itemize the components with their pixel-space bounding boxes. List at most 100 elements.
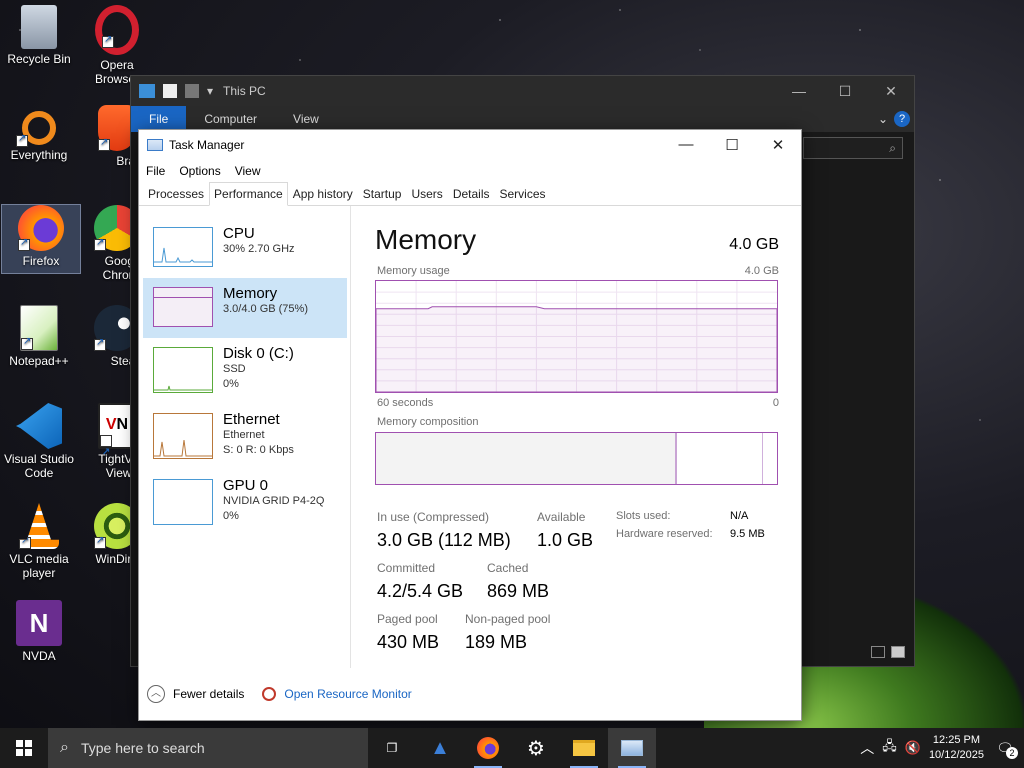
taskbar-app-file-explorer[interactable]	[560, 728, 608, 768]
task-manager-titlebar[interactable]: Task Manager — ☐ ✕	[139, 130, 801, 160]
paged-pool-label: Paged pool	[377, 612, 438, 626]
desktop-icon-everything[interactable]: Everything	[0, 105, 78, 162]
shortcut-arrow-icon	[100, 433, 112, 473]
in-use-label: In use (Compressed)	[377, 510, 490, 524]
close-icon[interactable]: ✕	[868, 83, 914, 100]
desktop-icon-vscode[interactable]: Visual Studio Code	[0, 403, 78, 480]
resource-gpu[interactable]: GPU 0 NVIDIA GRID P4-2Q 0%	[143, 470, 347, 530]
desktop-icon-notepadpp[interactable]: Notepad++	[0, 305, 78, 368]
desktop-icon-opera[interactable]: Opera Browser	[78, 5, 156, 86]
maximize-icon[interactable]: ☐	[822, 83, 868, 100]
taskbar-app-firefox[interactable]	[464, 728, 512, 768]
windows-logo-icon	[16, 740, 32, 756]
details-view-icon[interactable]	[871, 646, 885, 658]
task-manager-icon	[147, 139, 163, 151]
ethernet-sparkline	[153, 413, 213, 459]
chevron-up-icon[interactable]: ︿	[860, 738, 874, 758]
taskbar-app-settings[interactable]: ⚙	[512, 728, 560, 768]
committed-value: 4.2/5.4 GB	[377, 581, 464, 601]
help-icon[interactable]: ?	[894, 111, 910, 127]
folder-icon	[573, 740, 595, 756]
available-value: 1.0 GB	[537, 530, 594, 550]
shortcut-arrow-icon	[94, 535, 106, 549]
resource-stat: 30% 2.70 GHz	[223, 243, 295, 255]
network-icon[interactable]: 🖧	[882, 737, 897, 759]
desktop-icon-firefox[interactable]: Firefox	[1, 204, 81, 274]
start-button[interactable]	[0, 728, 48, 768]
composition-standby	[677, 433, 763, 484]
desktop-icon-nvda[interactable]: N NVDA	[0, 600, 78, 663]
clock[interactable]: 12:25 PM 10/12/2025	[929, 733, 984, 763]
resource-disk[interactable]: Disk 0 (C:) SSD 0%	[143, 338, 347, 398]
ribbon-expand-icon[interactable]: ⌄	[878, 112, 888, 126]
tab-startup[interactable]: Startup	[358, 182, 407, 206]
large-icons-view-icon[interactable]	[891, 646, 905, 658]
resource-stat: SSD	[223, 363, 246, 375]
resource-name: Memory	[223, 285, 278, 302]
menu-file[interactable]: File	[146, 164, 165, 178]
disk-sparkline-graph	[154, 385, 212, 391]
task-manager-window[interactable]: Task Manager — ☐ ✕ File Options View Pro…	[138, 129, 802, 721]
shortcut-arrow-icon	[16, 133, 28, 147]
detail-title: Memory	[375, 224, 477, 255]
resource-name: GPU 0	[223, 477, 269, 494]
minimize-icon[interactable]: —	[776, 83, 822, 100]
gpu-sparkline	[153, 479, 213, 525]
action-center-button[interactable]: 🗨 2	[992, 735, 1018, 761]
resource-memory[interactable]: Memory 3.0/4.0 GB (75%)	[143, 278, 347, 338]
memory-composition-graph	[375, 432, 778, 485]
tab-processes[interactable]: Processes	[143, 182, 209, 206]
open-resource-monitor-link[interactable]: Open Resource Monitor	[262, 687, 412, 701]
volume-muted-icon[interactable]: 🔇	[905, 740, 921, 756]
open-resource-monitor-label: Open Resource Monitor	[284, 687, 412, 701]
task-view-button[interactable]: ❐	[368, 728, 416, 768]
cached-value: 869 MB	[487, 581, 550, 601]
tab-services[interactable]: Services	[495, 182, 551, 206]
resource-name: Disk 0 (C:)	[223, 345, 294, 362]
explorer-view-toggles	[871, 646, 905, 658]
quick-access-dropdown-icon[interactable]: ▾	[207, 84, 213, 98]
non-paged-pool-label: Non-paged pool	[465, 612, 551, 626]
new-folder-icon[interactable]	[185, 84, 199, 98]
recycle-bin-icon	[21, 5, 57, 49]
tab-app-history[interactable]: App history	[288, 182, 358, 206]
desktop-icon-label: Notepad++	[9, 354, 69, 368]
everything-magnifier-icon	[16, 111, 56, 147]
resource-cpu[interactable]: CPU 30% 2.70 GHz	[143, 218, 347, 278]
resource-monitor-icon	[262, 687, 277, 701]
tab-users[interactable]: Users	[406, 182, 447, 206]
composition-in-use	[376, 433, 677, 484]
menu-options[interactable]: Options	[179, 164, 220, 178]
vscode-icon	[16, 403, 62, 449]
memory-composition-label: Memory composition	[377, 416, 479, 428]
in-use-value: 3.0 GB (112 MB)	[377, 530, 511, 550]
resource-ethernet[interactable]: Ethernet Ethernet S: 0 R: 0 Kbps	[143, 404, 347, 464]
notepadpp-icon	[20, 305, 58, 351]
tab-bar: Processes Performance App history Startu…	[139, 182, 801, 206]
tab-performance[interactable]: Performance	[209, 182, 288, 206]
desktop-icon-label: Visual Studio Code	[4, 452, 74, 480]
desktop-icon-recycle-bin[interactable]: Recycle Bin	[0, 5, 78, 66]
ethernet-sparkline-graph	[154, 439, 212, 457]
close-icon[interactable]: ✕	[755, 136, 801, 154]
gear-icon: ⚙	[527, 737, 545, 760]
desktop-icon-vlc[interactable]: VLC media player	[0, 503, 78, 580]
maximize-icon[interactable]: ☐	[709, 136, 755, 154]
notification-count: 2	[1006, 747, 1018, 759]
memory-usage-area	[375, 306, 778, 393]
explorer-titlebar[interactable]: ▾ This PC — ☐ ✕	[131, 76, 914, 106]
minimize-icon[interactable]: —	[663, 136, 709, 154]
slots-used-label: Slots used:	[616, 510, 671, 522]
resource-name: Ethernet	[223, 411, 280, 428]
taskbar-search-box[interactable]: ⌕ Type here to search	[48, 728, 368, 768]
taskbar-app-nvda[interactable]: ▲	[416, 728, 464, 768]
committed-label: Committed	[377, 561, 436, 575]
properties-icon[interactable]	[163, 84, 177, 98]
fewer-details-button[interactable]: ︿ Fewer details	[147, 685, 244, 703]
shortcut-arrow-icon	[102, 34, 114, 48]
taskbar-app-task-manager[interactable]	[608, 728, 656, 768]
hardware-reserved-value: 9.5 MB	[730, 528, 765, 540]
explorer-search-box[interactable]: ⌕	[803, 137, 903, 159]
menu-view[interactable]: View	[235, 164, 261, 178]
tab-details[interactable]: Details	[448, 182, 495, 206]
